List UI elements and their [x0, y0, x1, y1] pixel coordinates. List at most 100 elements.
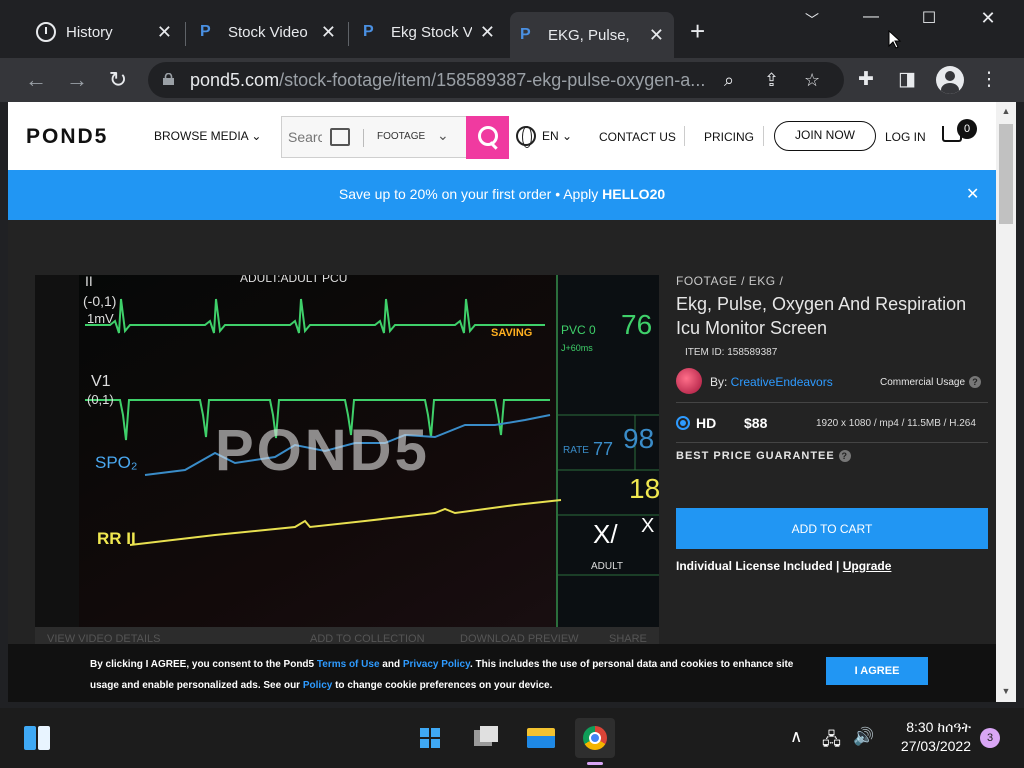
format-label: HD — [696, 415, 717, 431]
item-id: ITEM ID: 158589387 — [685, 347, 778, 358]
monitor-patient-label: ADULT:ADULT PCU — [240, 275, 348, 285]
close-icon[interactable]: ✕ — [966, 184, 979, 204]
url-text[interactable]: pond5.com/stock-footage/item/158589387-e… — [190, 70, 720, 91]
close-icon[interactable]: ✕ — [157, 22, 172, 43]
zoom-icon[interactable]: ⌕ — [724, 70, 734, 91]
reload-icon[interactable]: ↻ — [104, 66, 132, 94]
chevron-down-icon[interactable]: ⌄ — [437, 127, 449, 144]
divider — [676, 442, 988, 443]
tab-search-chevron-icon[interactable]: ﹀ — [792, 10, 832, 30]
join-now-button[interactable]: JOIN NOW — [774, 121, 876, 151]
windows-taskbar: ∧ 🖧 🔊 8:30 ከሰዓት 27/03/2022 3 — [0, 708, 1024, 768]
close-icon[interactable]: ✕ — [321, 22, 336, 43]
window-close-icon[interactable]: ✕ — [968, 8, 1008, 29]
price: $88 — [744, 415, 768, 431]
monitor-pvc-label: PVC 0 — [561, 323, 596, 337]
kebab-menu-icon[interactable]: ⋮ — [976, 68, 1002, 91]
author-avatar[interactable] — [676, 368, 702, 394]
monitor-spo2-label: SPO₂ — [95, 453, 138, 472]
tab-stock-video[interactable]: P Stock Video ✕ — [190, 12, 346, 52]
privacy-link[interactable]: Privacy Policy — [403, 659, 470, 670]
scroll-thumb[interactable] — [999, 124, 1013, 224]
forward-arrow-icon[interactable]: → — [63, 66, 91, 94]
file-explorer-icon[interactable] — [521, 718, 561, 758]
minimize-icon[interactable]: — — [851, 8, 891, 26]
volume-icon[interactable]: 🔊 — [853, 727, 874, 747]
terms-link[interactable]: Terms of Use — [317, 659, 380, 670]
close-icon[interactable]: ✕ — [649, 25, 664, 46]
pond5-logo[interactable]: POND5 — [26, 125, 108, 149]
browse-media-menu[interactable]: BROWSE MEDIA ⌄ — [154, 129, 261, 143]
image-search-icon[interactable] — [330, 128, 350, 146]
close-icon[interactable]: ✕ — [480, 22, 495, 43]
monitor-lead-label: II — [85, 275, 93, 289]
contact-us-link[interactable]: CONTACT US — [599, 130, 676, 144]
log-in-link[interactable]: LOG IN — [885, 130, 926, 144]
video-preview[interactable]: ADULT:ADULT PCU II (-0,1) 1mV V1 (0,1) S… — [35, 275, 659, 627]
monitor-saving-label: SAVING — [491, 327, 533, 339]
share-icon[interactable]: ⇪ — [764, 70, 779, 91]
pond5-favicon-icon: P — [363, 23, 374, 40]
tab-separator — [348, 22, 349, 46]
divider — [363, 129, 364, 147]
widgets-icon[interactable] — [18, 718, 58, 758]
cookie-banner: By clicking I AGREE, you consent to the … — [8, 644, 996, 702]
pricing-link[interactable]: PRICING — [704, 130, 754, 144]
monitor-x-label: X/ — [593, 519, 618, 549]
page-title: Ekg, Pulse, Oxygen And Respiration Icu M… — [676, 294, 967, 338]
author-line: By: CreativeEndeavors — [710, 375, 833, 389]
task-view-icon[interactable] — [466, 718, 506, 758]
upgrade-link[interactable]: Upgrade — [843, 559, 892, 573]
author-link[interactable]: CreativeEndeavors — [731, 375, 833, 389]
chevron-up-icon[interactable]: ∧ — [790, 727, 802, 747]
side-panel-icon[interactable]: ◨ — [894, 68, 920, 91]
i-agree-button[interactable]: I AGREE — [826, 657, 928, 685]
monitor-rate-label: RATE — [563, 445, 589, 456]
pond5-watermark: POND5 — [215, 418, 430, 483]
bookmark-star-icon[interactable]: ☆ — [804, 70, 820, 91]
tab-ekg-stock[interactable]: P Ekg Stock V ✕ — [353, 12, 505, 52]
add-to-cart-button[interactable]: ADD TO CART — [676, 508, 988, 549]
scroll-down-icon[interactable]: ▼ — [1000, 686, 1012, 696]
network-icon[interactable]: 🖧 — [822, 727, 841, 756]
tab-history[interactable]: History ✕ — [26, 12, 182, 52]
site-header: POND5 BROWSE MEDIA ⌄ FOOTAGE ⌄ EN ⌄ CONT… — [8, 102, 996, 170]
monitor-rate-value: 77 — [593, 439, 614, 459]
policy-link[interactable]: Policy — [303, 680, 332, 691]
search-button[interactable] — [466, 116, 509, 159]
monitor-scale-label: (0,1) — [87, 392, 114, 407]
hd-radio[interactable] — [676, 416, 690, 430]
page-scrollbar[interactable]: ▲ ▼ — [996, 102, 1016, 702]
globe-icon[interactable] — [516, 126, 536, 148]
help-icon[interactable]: ? — [969, 376, 982, 388]
maximize-icon[interactable]: ☐ — [909, 8, 949, 28]
windows-start-icon[interactable] — [410, 718, 450, 758]
license-line: Individual License Included | Upgrade — [676, 559, 892, 573]
back-arrow-icon[interactable]: ← — [22, 66, 50, 94]
extensions-puzzle-icon[interactable]: ✚ — [853, 68, 879, 91]
profile-avatar-icon[interactable] — [936, 66, 964, 94]
monitor-resp-value: 18 — [629, 473, 659, 504]
new-tab-plus-icon[interactable]: + — [690, 18, 705, 44]
language-select[interactable]: EN ⌄ — [542, 129, 572, 143]
help-icon[interactable]: ? — [838, 450, 851, 462]
media-type-select[interactable]: FOOTAGE — [377, 131, 425, 142]
mouse-cursor-icon — [888, 30, 902, 49]
divider — [763, 126, 764, 146]
clock[interactable]: 8:30 ከሰዓት 27/03/2022 — [893, 718, 971, 756]
monitor-mv-label: 1mV — [87, 311, 114, 326]
breadcrumb[interactable]: FOOTAGE / EKG / — [676, 274, 783, 288]
notification-badge[interactable]: 3 — [980, 728, 1000, 748]
search-input[interactable] — [288, 127, 322, 147]
scroll-up-icon[interactable]: ▲ — [1000, 106, 1012, 116]
clock-time: 8:30 ከሰዓት — [906, 719, 971, 735]
cart-count-badge: 0 — [957, 119, 977, 139]
tab-ekg-pulse-active[interactable]: P EKG, Pulse, ✕ — [510, 12, 674, 58]
web-page: POND5 BROWSE MEDIA ⌄ FOOTAGE ⌄ EN ⌄ CONT… — [8, 102, 996, 702]
monitor-spo2-value: 98 — [623, 423, 655, 454]
promo-text: Save up to 20% on your first order • App… — [338, 186, 666, 202]
monitor-st-label: J+60ms — [561, 343, 593, 353]
chrome-taskbar-icon[interactable] — [575, 718, 615, 765]
chevron-down-icon: ⌄ — [251, 129, 262, 143]
address-bar[interactable]: pond5.com/stock-footage/item/158589387-e… — [148, 62, 844, 98]
